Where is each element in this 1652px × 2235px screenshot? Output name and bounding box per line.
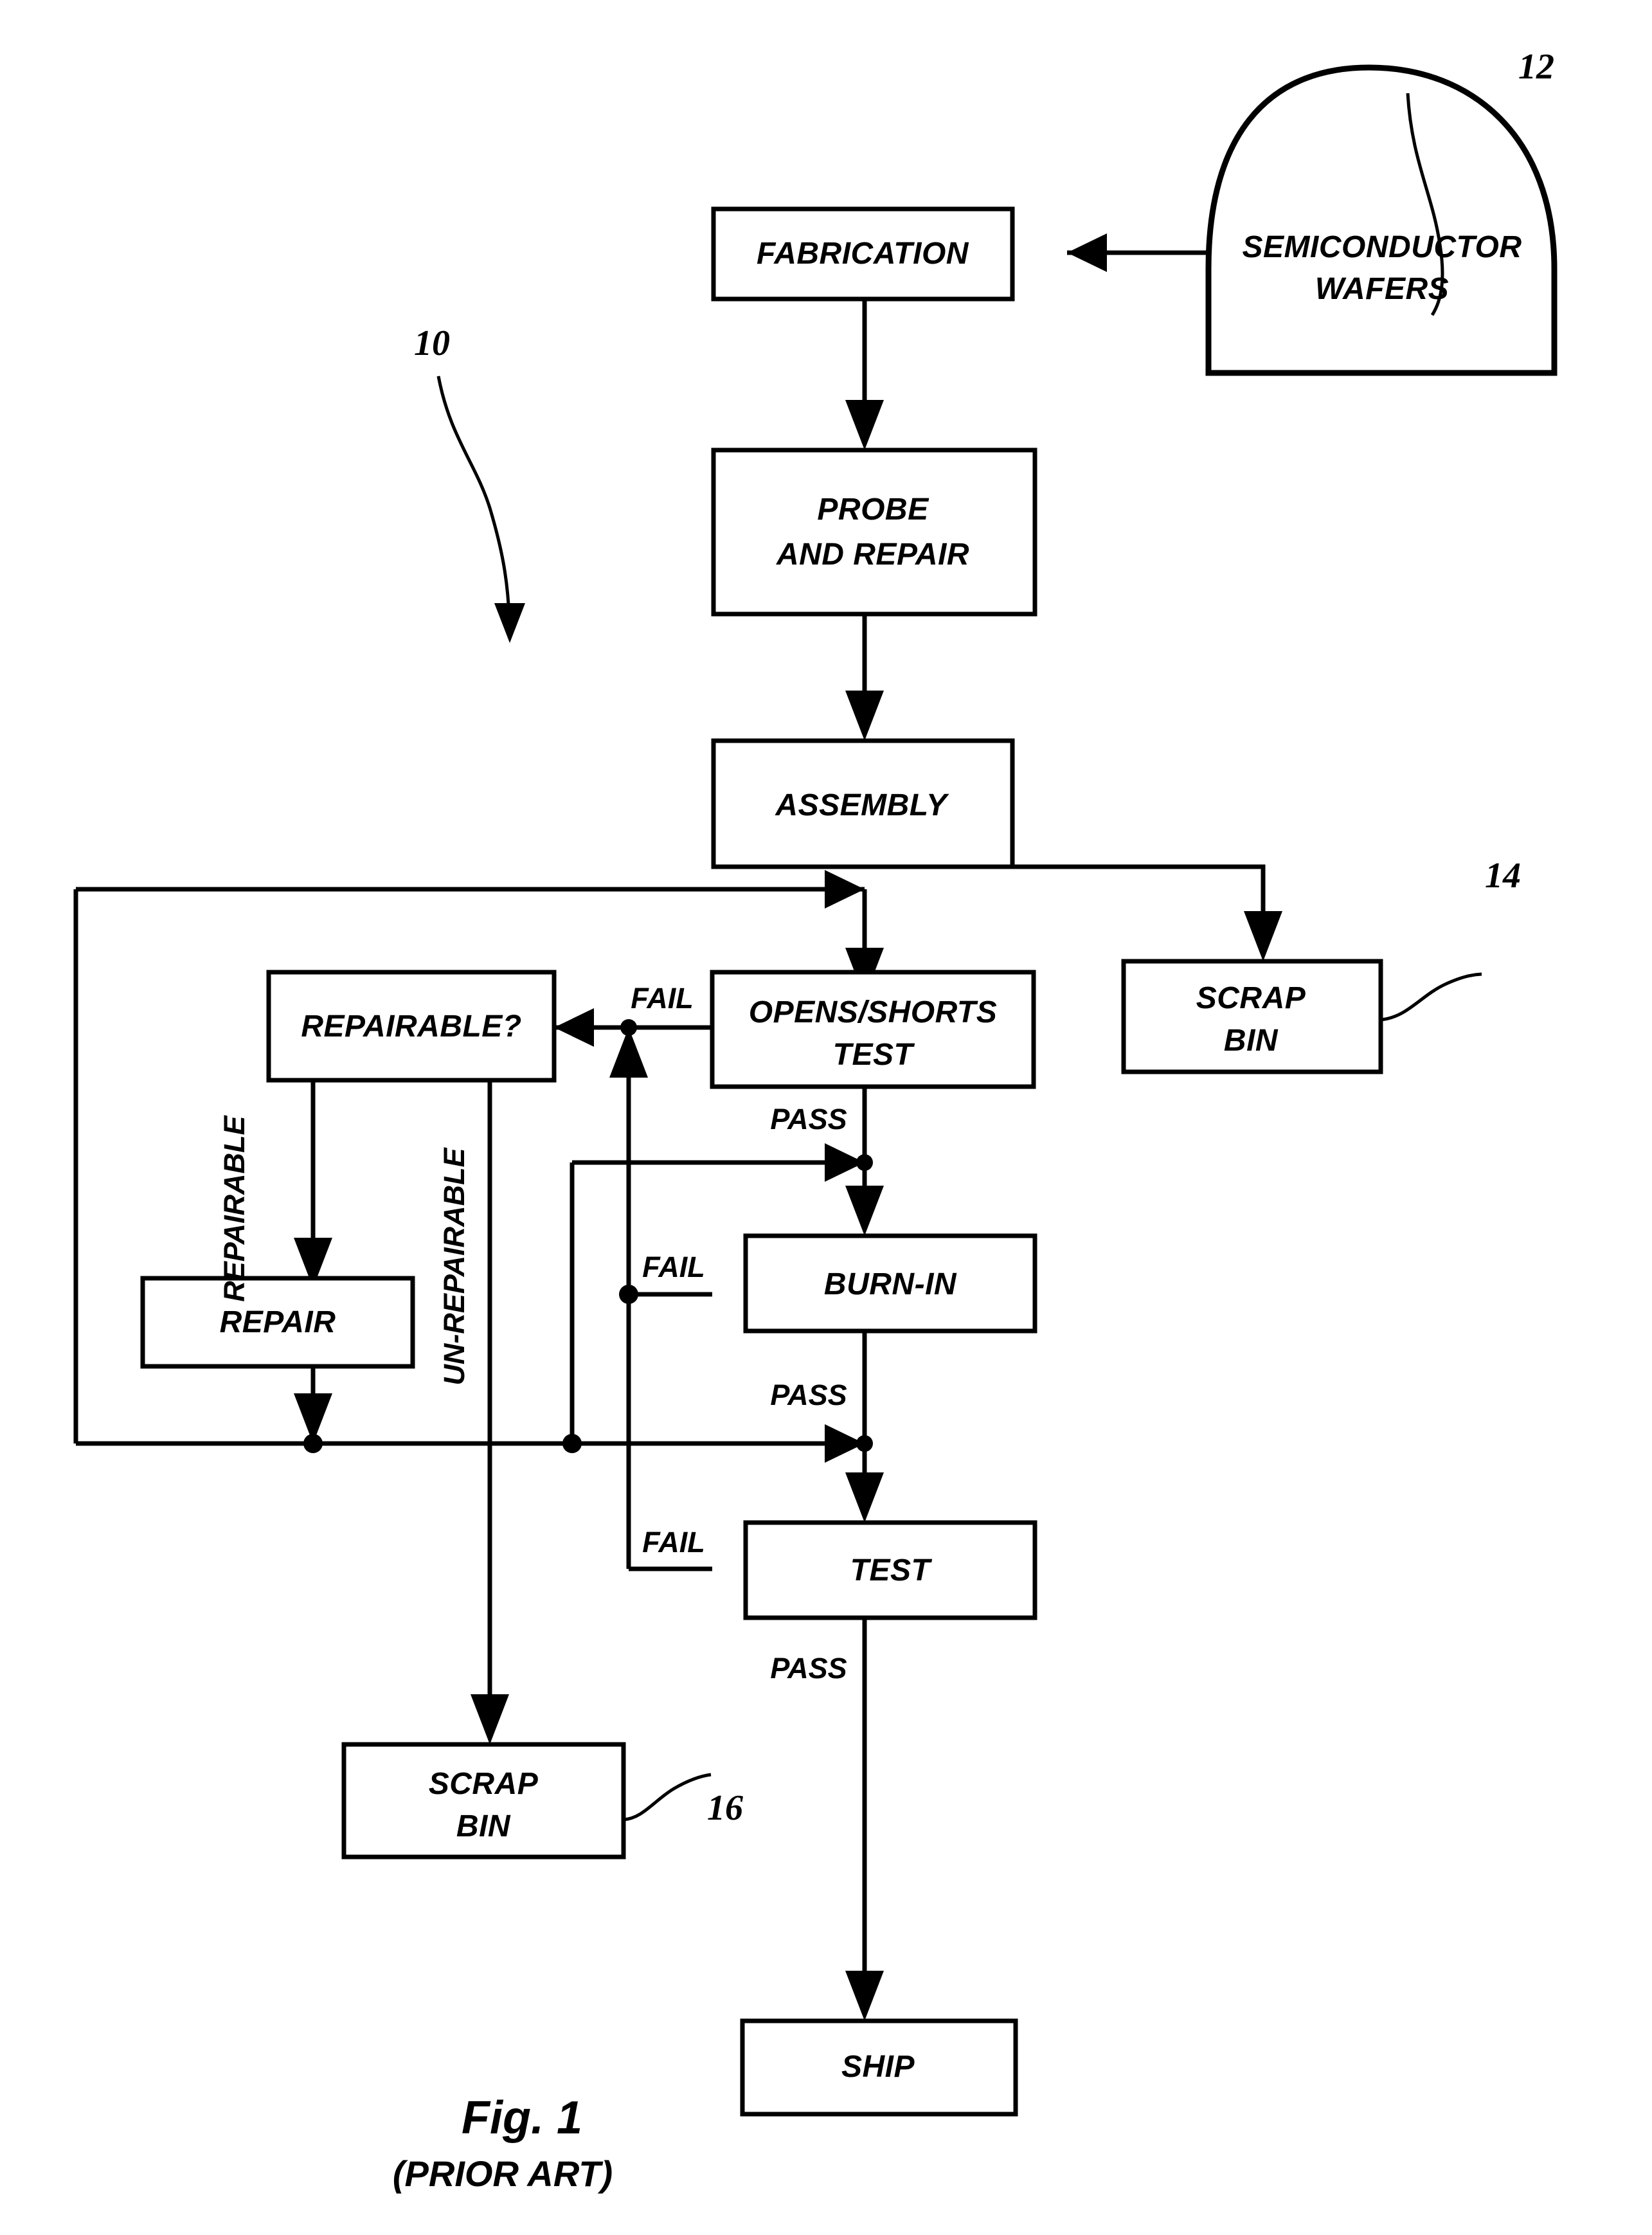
label-repair: REPAIR [220,1305,336,1339]
junction-dot-pass-1 [856,1154,873,1171]
label-fabrication: FABRICATION [757,237,969,271]
label-repairable-question: REPAIRABLE? [301,1009,521,1044]
reference-numeral-10: 10 [414,323,450,363]
junction-dot-merge-riser-1 [562,1434,582,1453]
arrowhead-un-repairable-to-scrap-bin [471,1694,509,1744]
figure-caption-main: Fig. 1 [462,2092,582,2144]
arrowhead-junction-to-burn-in [845,1186,884,1236]
edge-label-pass-opens-shorts: PASS [770,1103,847,1136]
figure-caption-sub: (PRIOR ART) [393,2153,613,2194]
connector-assembly-to-scrap-bin-top [1012,864,1266,930]
label-scrap-bin-bottom-line2: BIN [456,1809,511,1843]
leader-line-ref-10 [436,376,511,618]
flowchart-canvas: FABRICATION SEMICONDUCTOR WAFERS PROBE A… [73,47,1558,2194]
arrowhead-assembly-to-scrap-bin-top [1244,911,1282,961]
reference-numeral-14: 14 [1485,856,1521,896]
label-test: TEST [850,1553,933,1588]
arrowhead-wafers-to-fabrication [1067,233,1107,272]
label-probe-line1: PROBE [817,493,929,527]
label-wafers-line2: WAFERS [1315,272,1449,306]
label-probe-line2: AND REPAIR [776,538,969,572]
arrowhead-probe-to-assembly [845,691,884,741]
arrowhead-feedback-return-top [825,870,865,909]
edge-label-pass-burn-in: PASS [770,1379,847,1411]
reference-numeral-12: 12 [1518,47,1554,87]
leader-line-ref-16 [623,1773,712,1822]
label-scrap-bin-top-line2: BIN [1224,1024,1279,1058]
label-burn-in: BURN-IN [824,1267,957,1301]
reference-numeral-16: 16 [707,1788,743,1828]
edge-label-pass-test: PASS [770,1652,847,1685]
label-scrap-bin-bottom-line1: SCRAP [429,1767,539,1801]
edge-label-fail-burn-in: FAIL [642,1251,705,1283]
label-scrap-bin-top-line1: SCRAP [1196,981,1306,1015]
node-semiconductor-wafers [1205,64,1558,376]
node-probe-and-repair [711,448,1037,617]
junction-dot-repair-out [303,1434,323,1453]
arrowhead-fail-riser-top [609,1027,648,1078]
leader-line-ref-14 [1380,972,1482,1022]
edge-label-repairable: REPAIRABLE [218,1114,251,1301]
arrowhead-junction-to-test [845,1472,884,1523]
edge-label-un-repairable: UN-REPAIRABLE [438,1146,471,1385]
edge-label-fail-opens-shorts: FAIL [631,982,694,1015]
label-assembly: ASSEMBLY [775,788,949,822]
label-opens-shorts-line1: OPENS/SHORTS [749,995,998,1029]
label-wafers-line1: SEMICONDUCTOR [1243,230,1522,264]
arrowhead-opens-shorts-fail-to-repairable [554,1008,594,1047]
label-opens-shorts-line2: TEST [833,1038,915,1072]
patent-figure-page: FABRICATION SEMICONDUCTOR WAFERS PROBE A… [0,0,1652,2235]
arrowhead-fabrication-to-probe [845,400,884,450]
arrowhead-ref-10 [494,603,525,643]
arrowhead-test-pass-to-ship [845,1971,884,2021]
label-ship: SHIP [841,2050,915,2084]
edge-label-fail-test: FAIL [642,1526,705,1559]
